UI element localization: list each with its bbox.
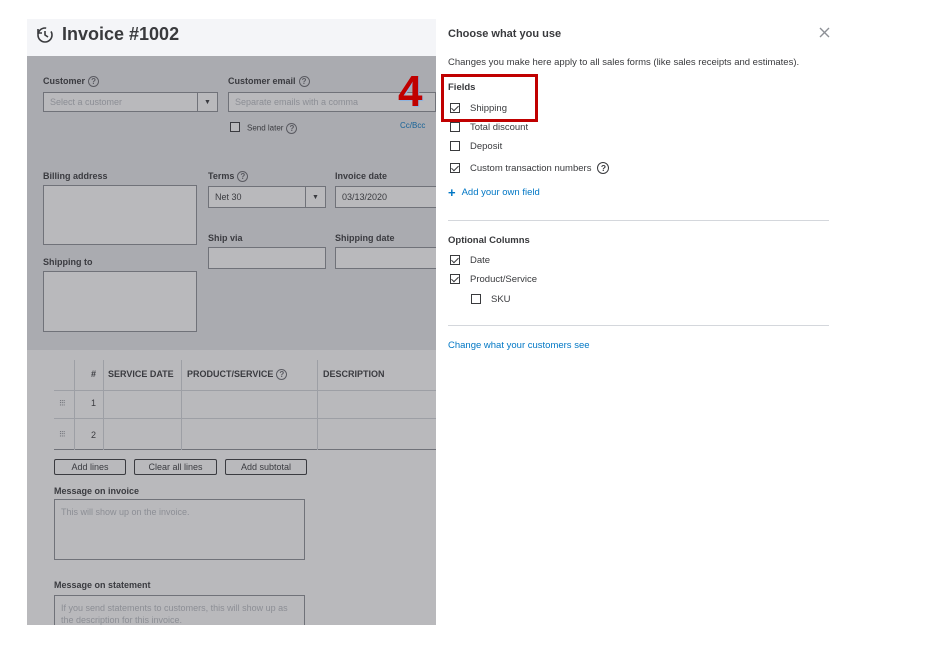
plus-icon: + xyxy=(448,184,456,200)
deposit-checkbox[interactable] xyxy=(450,141,460,151)
help-icon[interactable]: ? xyxy=(597,162,610,174)
field-option-deposit[interactable]: Deposit xyxy=(450,139,502,153)
add-your-own-field-link[interactable]: + Add your own field xyxy=(448,184,540,200)
column-option-date[interactable]: Date xyxy=(450,253,490,267)
panel-title: Choose what you use xyxy=(448,28,562,40)
sku-checkbox[interactable] xyxy=(471,294,481,304)
field-option-total-discount[interactable]: Total discount xyxy=(450,120,528,134)
step-number-annotation: 4 xyxy=(398,67,423,116)
modal-backdrop[interactable] xyxy=(27,56,436,625)
change-what-customers-see-link[interactable]: Change what your customers see xyxy=(448,340,590,351)
close-button[interactable] xyxy=(816,24,832,40)
invoice-title: Invoice #1002 xyxy=(62,24,180,44)
invoice-header: Invoice #1002 xyxy=(27,19,436,56)
invoice-form: Invoice #1002 Customer? Select a custome… xyxy=(27,19,436,625)
history-icon[interactable] xyxy=(35,25,55,45)
column-option-sku[interactable]: SKU xyxy=(471,292,511,306)
section-divider xyxy=(448,325,829,326)
date-checkbox[interactable] xyxy=(450,255,460,265)
close-icon[interactable] xyxy=(819,27,830,38)
panel-description: Changes you make here apply to all sales… xyxy=(448,57,800,68)
field-option-custom-transaction-numbers[interactable]: Custom transaction numbers ? xyxy=(450,161,610,175)
total-discount-checkbox[interactable] xyxy=(450,122,460,132)
optional-columns-heading: Optional Columns xyxy=(448,235,530,246)
section-divider xyxy=(448,220,829,221)
highlight-box-annotation xyxy=(441,74,538,122)
column-option-product-service[interactable]: Product/Service xyxy=(450,272,537,286)
product-service-checkbox[interactable] xyxy=(450,274,460,284)
custom-transaction-numbers-checkbox[interactable] xyxy=(450,163,460,173)
